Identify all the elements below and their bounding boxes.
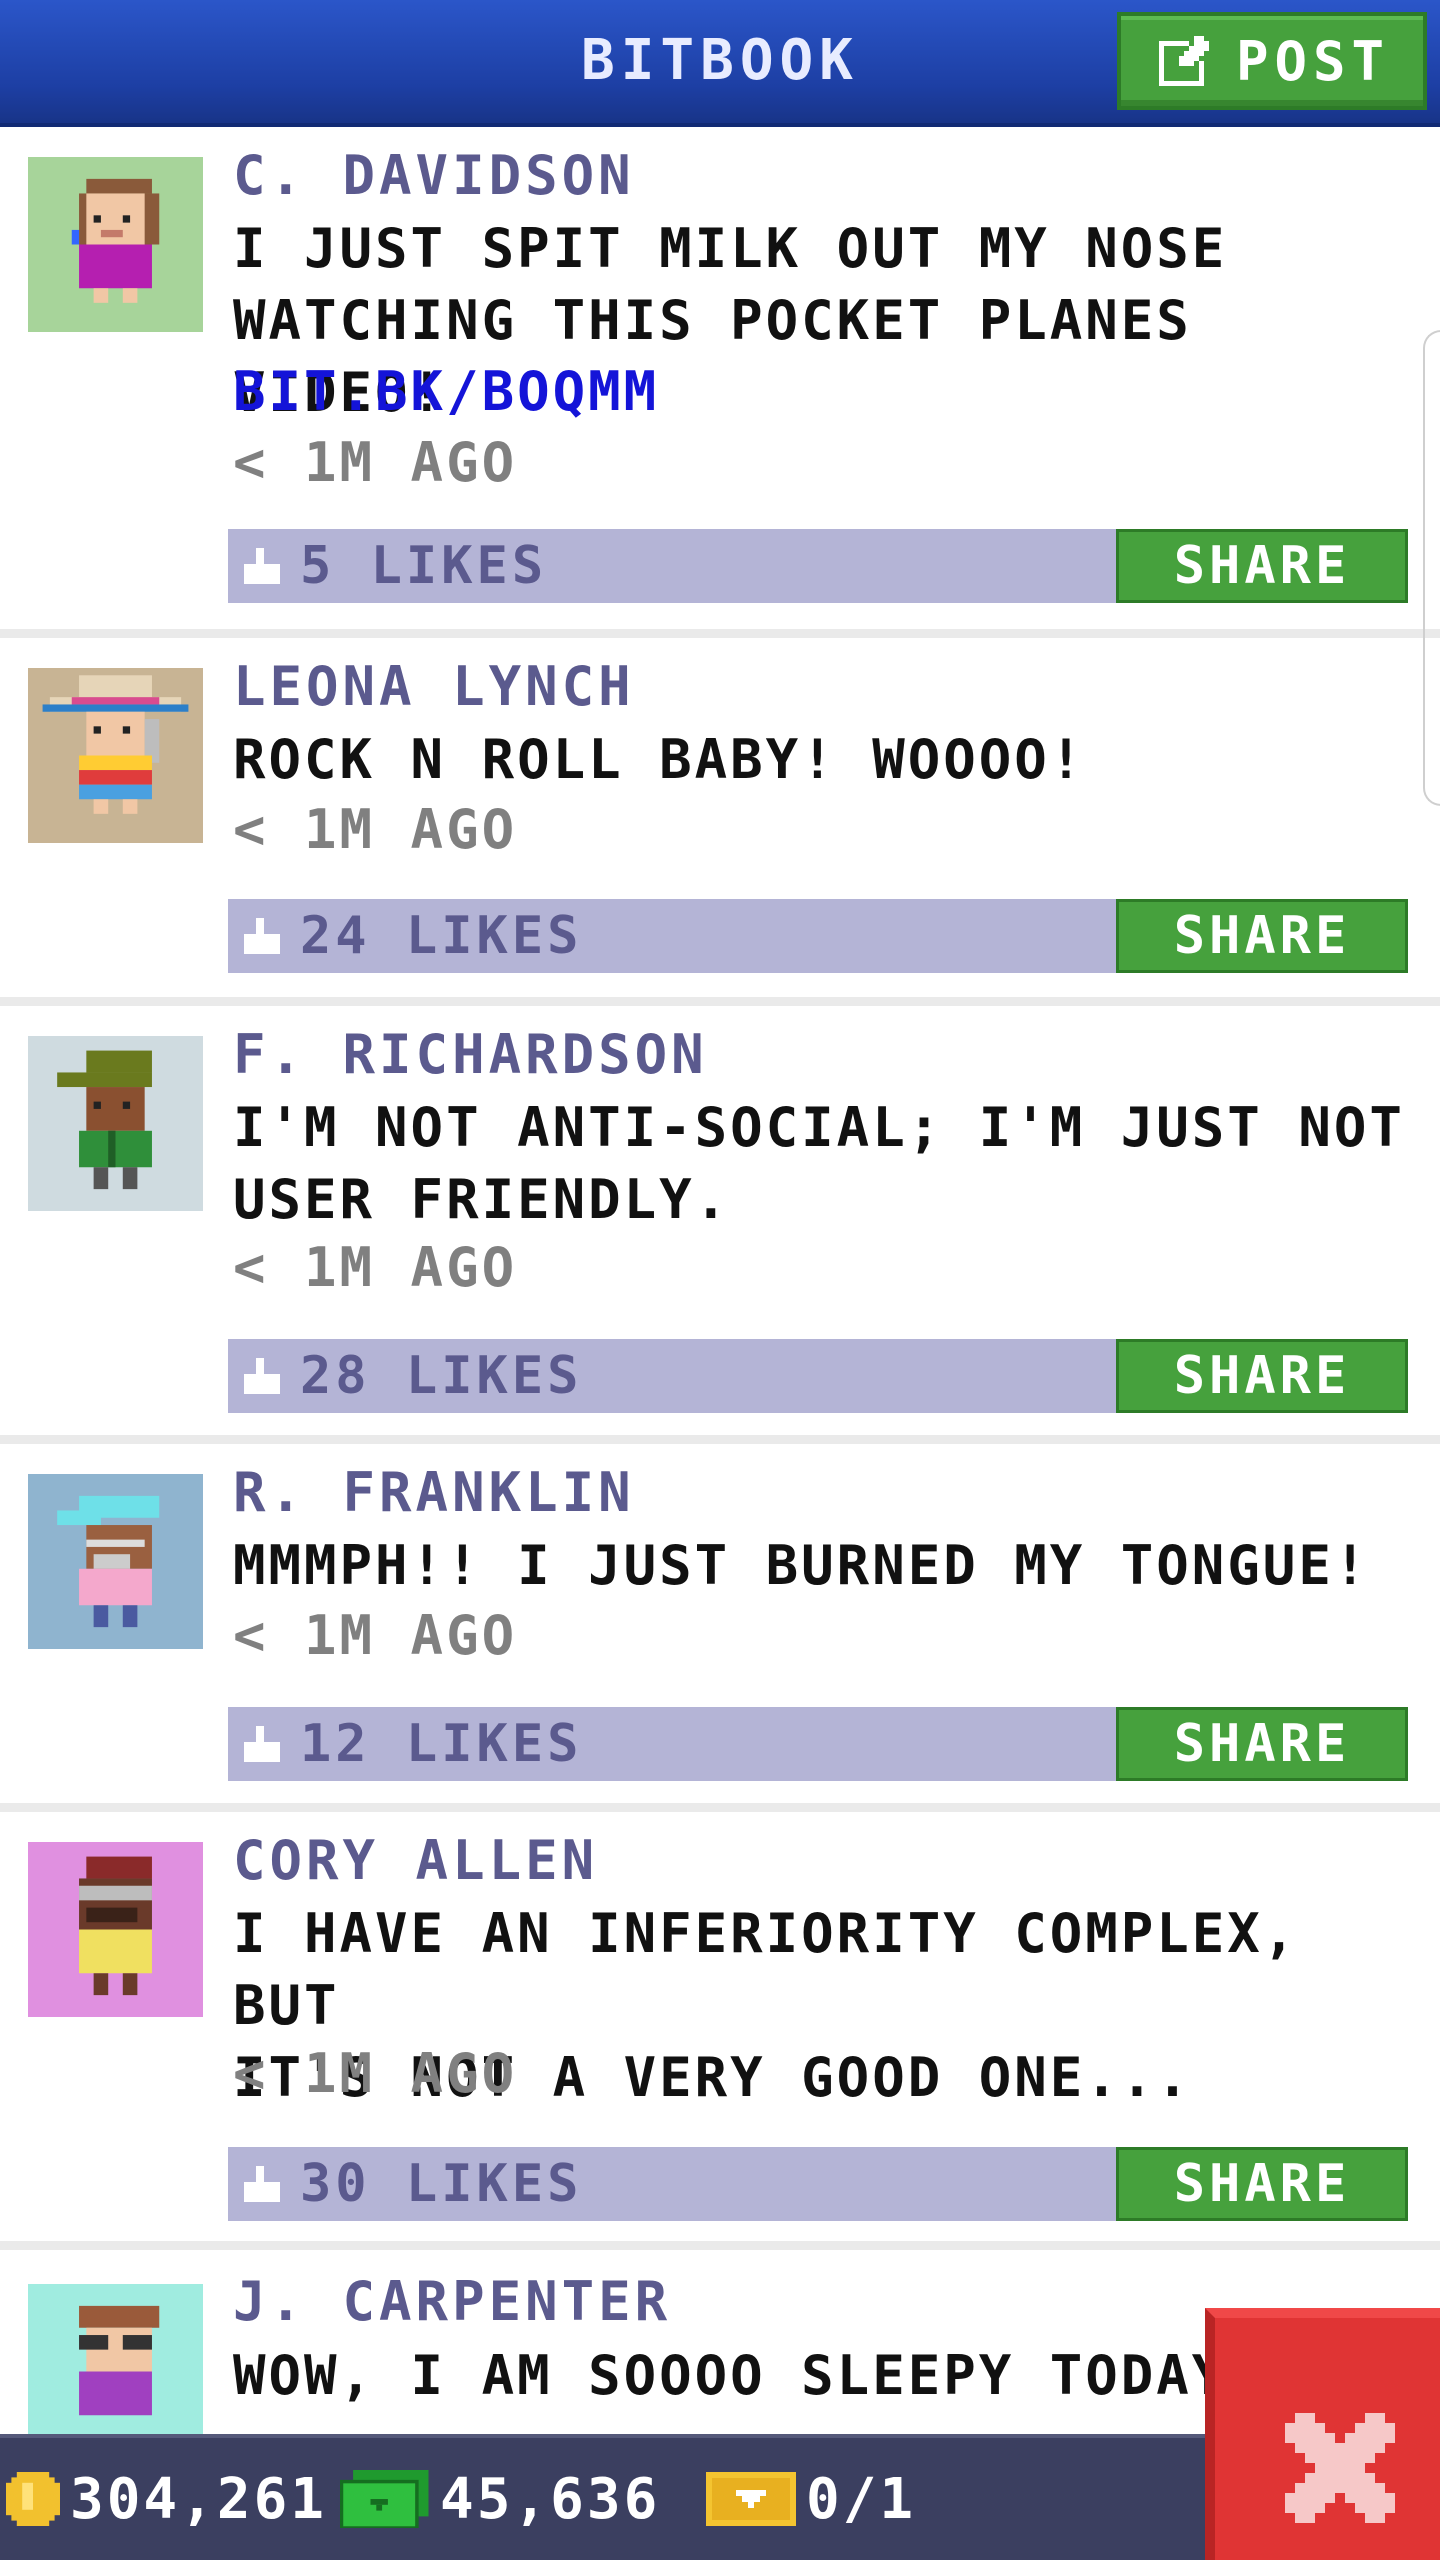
post-time: < 1M AGO: [233, 431, 518, 494]
feed-post: F. RICHARDSON I'M NOT ANTI-SOCIAL; I'M J…: [0, 1006, 1440, 1444]
share-button[interactable]: SHARE: [1116, 1339, 1408, 1413]
like-button[interactable]: 24 LIKES: [228, 899, 582, 973]
avatar[interactable]: [28, 1036, 203, 1211]
post-author[interactable]: J. CARPENTER: [233, 2270, 671, 2333]
compose-icon: [1158, 36, 1209, 86]
like-bar: 5 LIKES SHARE: [228, 529, 1408, 603]
post-author[interactable]: R. FRANKLIN: [233, 1461, 635, 1524]
avatar-icon: [28, 1036, 203, 1211]
avatar[interactable]: [28, 1474, 203, 1649]
ticket-icon: [706, 2472, 796, 2526]
post-time: < 1M AGO: [233, 2042, 518, 2105]
post-author[interactable]: CORY ALLEN: [233, 1829, 598, 1892]
like-bar: 12 LIKES SHARE: [228, 1707, 1408, 1781]
post-author[interactable]: F. RICHARDSON: [233, 1023, 708, 1086]
coins-stat: 304,261: [6, 2438, 327, 2560]
like-count: 5 LIKES: [300, 536, 548, 596]
avatar-icon: [28, 2284, 203, 2434]
like-button[interactable]: 30 LIKES: [228, 2147, 582, 2221]
like-bar: 28 LIKES SHARE: [228, 1339, 1408, 1413]
avatar-icon: [28, 157, 203, 332]
feed-post: R. FRANKLIN MMMPH!! I JUST BURNED MY TON…: [0, 1444, 1440, 1812]
post-message: ROCK N ROLL BABY! WOOOO!: [233, 728, 1086, 791]
coin-icon: [6, 2472, 60, 2526]
thumbs-up-icon: [244, 1358, 280, 1394]
like-button[interactable]: 28 LIKES: [228, 1339, 582, 1413]
post-button[interactable]: POST: [1117, 12, 1427, 110]
thumbs-up-icon: [244, 2166, 280, 2202]
post-button-label: POST: [1235, 29, 1391, 93]
coins-value: 304,261: [70, 2466, 328, 2532]
like-bar: 24 LIKES SHARE: [228, 899, 1408, 973]
post-time: < 1M AGO: [233, 1236, 518, 1299]
avatar[interactable]: [28, 668, 203, 843]
close-icon: [1285, 2413, 1395, 2523]
bux-stat: 45,636: [340, 2438, 660, 2560]
post-link[interactable]: BIT.BK/BOQMM: [233, 360, 659, 423]
thumbs-up-icon: [244, 918, 280, 954]
like-count: 12 LIKES: [300, 1714, 583, 1774]
scroll-indicator[interactable]: [1423, 330, 1440, 806]
bux-value: 45,636: [440, 2466, 661, 2532]
app-header: BITBOOK POST: [0, 0, 1440, 127]
post-time: < 1M AGO: [233, 1604, 518, 1667]
post-message: I'M NOT ANTI-SOCIAL; I'M JUST NOT USER F…: [233, 1096, 1405, 1231]
thumbs-up-icon: [244, 548, 280, 584]
post-time: < 1M AGO: [233, 798, 518, 861]
thumbs-up-icon: [244, 1726, 280, 1762]
like-button[interactable]: 5 LIKES: [228, 529, 547, 603]
feed-post: CORY ALLEN I HAVE AN INFERIORITY COMPLEX…: [0, 1812, 1440, 2250]
avatar-icon: [28, 1842, 203, 2017]
post-message: MMMPH!! I JUST BURNED MY TONGUE!: [233, 1534, 1370, 1597]
avatar[interactable]: [28, 2284, 203, 2434]
avatar-icon: [28, 1474, 203, 1649]
like-count: 28 LIKES: [300, 1346, 583, 1406]
tickets-stat: 0/1: [706, 2438, 916, 2560]
post-author[interactable]: LEONA LYNCH: [233, 655, 635, 718]
feed-post: C. DAVIDSON I JUST SPIT MILK OUT MY NOSE…: [0, 127, 1440, 638]
like-bar: 30 LIKES SHARE: [228, 2147, 1408, 2221]
like-button[interactable]: 12 LIKES: [228, 1707, 582, 1781]
avatar[interactable]: [28, 1842, 203, 2017]
tickets-value: 0/1: [806, 2466, 917, 2532]
like-count: 24 LIKES: [300, 906, 583, 966]
share-button[interactable]: SHARE: [1116, 2147, 1408, 2221]
avatar[interactable]: [28, 157, 203, 332]
avatar-icon: [28, 668, 203, 843]
share-button[interactable]: SHARE: [1116, 899, 1408, 973]
close-button[interactable]: [1205, 2308, 1440, 2560]
post-author[interactable]: C. DAVIDSON: [233, 144, 635, 207]
share-button[interactable]: SHARE: [1116, 529, 1408, 603]
share-button[interactable]: SHARE: [1116, 1707, 1408, 1781]
like-count: 30 LIKES: [300, 2154, 583, 2214]
feed-post: LEONA LYNCH ROCK N ROLL BABY! WOOOO! < 1…: [0, 638, 1440, 1006]
bux-icon: [340, 2470, 429, 2528]
